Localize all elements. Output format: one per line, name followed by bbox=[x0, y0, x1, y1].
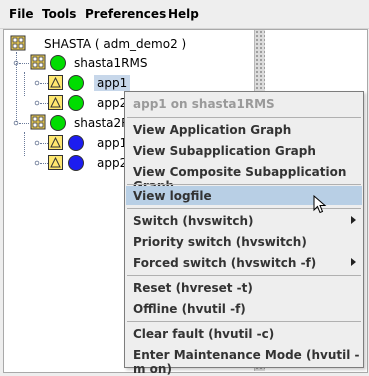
warning-icon bbox=[48, 155, 63, 170]
warning-icon bbox=[48, 95, 63, 110]
menu-separator bbox=[127, 275, 361, 276]
tree-root-label: SHASTA ( adm_demo2 ) bbox=[44, 37, 187, 51]
menu-tools[interactable]: Tools bbox=[42, 7, 76, 21]
warning-icon bbox=[48, 75, 63, 90]
status-online-icon bbox=[68, 75, 84, 91]
tree-cluster-label: shasta1RMS bbox=[74, 56, 148, 70]
cluster-root-icon bbox=[10, 35, 26, 51]
tree-app-label: app2 bbox=[97, 96, 128, 110]
warning-icon bbox=[48, 135, 63, 150]
context-menu-header: app1 on shasta1RMS bbox=[133, 97, 275, 111]
menu-item-reset[interactable]: Reset (hvreset -t) bbox=[126, 278, 362, 297]
menu-item-view-composite-subapplication-graph[interactable]: View Composite Subapplication Graph bbox=[126, 162, 362, 193]
menu-file[interactable]: File bbox=[9, 7, 34, 21]
tree-app-app1-shasta1rms[interactable]: app1 bbox=[10, 72, 250, 96]
submenu-arrow-icon bbox=[351, 258, 356, 266]
status-online-icon bbox=[50, 115, 66, 131]
tree-guide-line bbox=[24, 132, 25, 156]
status-offline-icon bbox=[68, 155, 84, 171]
tree-app-label: app1 bbox=[94, 75, 131, 91]
tree-branch-line bbox=[19, 63, 29, 64]
tree-branch-line bbox=[40, 143, 48, 144]
menu-item-enter-maintenance-mode[interactable]: Enter Maintenance Mode (hvutil -m on) bbox=[126, 345, 362, 376]
tree-root[interactable]: SHASTA ( adm_demo2 ) bbox=[8, 35, 248, 53]
status-online-icon bbox=[68, 95, 84, 111]
menu-item-clear-fault[interactable]: Clear fault (hvutil -c) bbox=[126, 324, 362, 343]
menu-item-offline[interactable]: Offline (hvutil -f) bbox=[126, 299, 362, 318]
status-offline-icon bbox=[68, 135, 84, 151]
menu-bar: File Tools Preferences Help bbox=[0, 0, 369, 29]
cluster-icon bbox=[30, 54, 46, 70]
menu-item-forced-switch[interactable]: Forced switch (hvswitch -f) bbox=[126, 253, 362, 272]
context-menu: app1 on shasta1RMS View Application Grap… bbox=[124, 91, 364, 376]
tree-app-label: app2 bbox=[97, 156, 128, 170]
tree-branch-line bbox=[40, 83, 48, 84]
menu-item-view-subapplication-graph[interactable]: View Subapplication Graph bbox=[126, 141, 362, 160]
menu-preferences[interactable]: Preferences bbox=[85, 7, 166, 21]
menu-item-view-application-graph[interactable]: View Application Graph bbox=[126, 120, 362, 139]
submenu-arrow-icon bbox=[351, 216, 356, 224]
menu-separator bbox=[127, 184, 361, 185]
tree-app-label: app1 bbox=[97, 136, 128, 150]
menu-item-priority-switch[interactable]: Priority switch (hvswitch) bbox=[126, 232, 362, 251]
menu-separator bbox=[127, 117, 361, 118]
tree-branch-line bbox=[40, 103, 48, 104]
mouse-cursor-icon bbox=[313, 195, 327, 214]
menu-separator bbox=[127, 321, 361, 322]
status-online-icon bbox=[50, 55, 66, 71]
tree-guide-line bbox=[24, 72, 25, 96]
cluster-icon bbox=[30, 114, 46, 130]
tree-branch-line bbox=[19, 123, 29, 124]
tree-branch-line bbox=[40, 163, 48, 164]
menu-help[interactable]: Help bbox=[168, 7, 199, 21]
tree-cluster-shasta1rms[interactable]: shasta1RMS bbox=[10, 54, 250, 72]
